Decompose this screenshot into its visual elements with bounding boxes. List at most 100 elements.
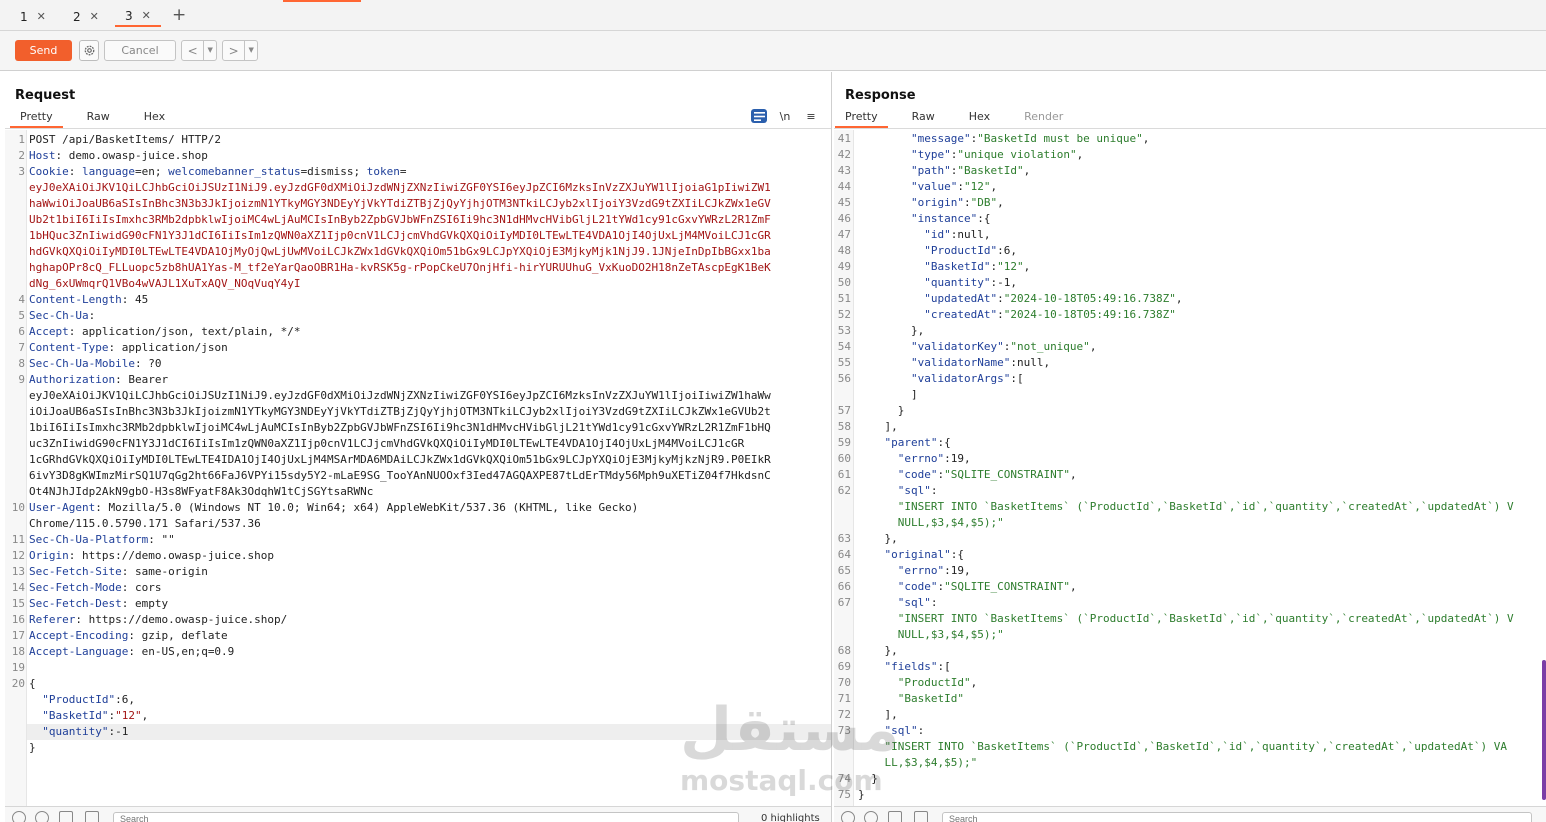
code-token: Cookie (29, 165, 69, 178)
close-icon[interactable]: ✕ (142, 9, 151, 22)
next-match-icon[interactable] (914, 811, 928, 822)
code-token: Chrome/115.0.5790.171 Safari/537.36 (29, 517, 261, 530)
response-editor[interactable]: 41 "message":"BasketId must be unique", 4… (834, 130, 1546, 806)
code-token: "createdAt" (924, 308, 998, 321)
line-number: 43 (837, 164, 851, 177)
code-token: Ot4NJhJIdp2AkN9gbO-H3s8WFyatF8Ak3OdqhW1t… (29, 485, 374, 498)
previous-match-icon[interactable] (59, 811, 73, 822)
gear-icon[interactable] (35, 811, 49, 822)
scroll-indicator[interactable] (1542, 660, 1546, 800)
code-token: :19, (944, 564, 971, 577)
line-number: 62 (837, 484, 851, 497)
code-token: "type" (910, 148, 951, 161)
code-text: "quantity":-1, (858, 275, 1017, 291)
tab-3[interactable]: 3 ✕ (115, 6, 161, 27)
tab-2[interactable]: 2 ✕ (73, 6, 99, 27)
request-search-input[interactable] (113, 812, 739, 822)
chevron-down-icon[interactable]: ▼ (244, 41, 257, 60)
code-token: iOiJoaUB6aSIsInBhc3N3b3JkIjoizmN1YTkyMGY… (29, 405, 771, 418)
response-search-input[interactable] (942, 812, 1532, 822)
settings-button[interactable] (79, 40, 99, 61)
code-token: uc3ZnIiwidG90cFN1Y3J1dCI6IiIsIm1zQWN0aXZ… (29, 437, 745, 450)
line-number: 57 (837, 404, 851, 417)
code-token: "SQLITE_CONSTRAINT" (944, 468, 1070, 481)
code-token: : 45 (121, 293, 149, 306)
line-number: 16 (11, 613, 25, 626)
tab-hex[interactable]: Hex (959, 110, 1000, 128)
code-text: Authorization: Bearer (29, 372, 168, 388)
code-token: ] (858, 388, 918, 401)
code-token: "code" (897, 580, 938, 593)
close-icon[interactable]: ✕ (37, 10, 46, 23)
code-text: "message":"BasketId must be unique", (858, 131, 1149, 147)
code-token: hghapOPr8cQ_FLLuopc5zb8hUA1Yas-M_tf2eYar… (29, 261, 771, 274)
tab-pretty[interactable]: Pretty (10, 110, 63, 128)
send-button[interactable]: Send (15, 40, 72, 61)
tab-hex[interactable]: Hex (134, 110, 175, 128)
code-text: "origin":"DB", (858, 195, 1004, 211)
code-token: :-1, (990, 276, 1017, 289)
help-icon[interactable] (841, 811, 855, 822)
code-token: haWwiOiJoaUB6aSIsInBhc3N3b3JkIjoizmN1YTk… (29, 197, 771, 210)
code-token: "id" (924, 228, 951, 241)
code-text: Sec-Ch-Ua-Platform: "" (29, 532, 175, 548)
code-text: "ProductId":6, (858, 243, 1017, 259)
code-token: Sec-Ch-Ua-Mobile (29, 357, 135, 370)
code-token: "instance" (910, 212, 978, 225)
close-icon[interactable]: ✕ (90, 10, 99, 23)
chevron-down-icon[interactable]: ▼ (203, 41, 216, 60)
code-token: "12" (997, 260, 1024, 273)
tab-render[interactable]: Render (1014, 110, 1073, 128)
back-button[interactable]: < ▼ (181, 40, 217, 61)
tab-raw[interactable]: Raw (902, 110, 945, 128)
code-token: Sec-Ch-Ua (29, 309, 89, 322)
code-text: "BasketId":"12", (29, 708, 148, 724)
code-token: : Bearer (115, 373, 169, 386)
tab-pretty[interactable]: Pretty (835, 110, 888, 128)
code-text: Accept-Language: en-US,en;q=0.9 (29, 644, 234, 660)
tab-1[interactable]: 1 ✕ (20, 6, 46, 27)
next-match-icon[interactable] (85, 811, 99, 822)
message-actions-button[interactable] (751, 109, 767, 123)
code-text: "INSERT INTO `BasketItems` (`ProductId`,… (858, 499, 1514, 515)
line-number: 64 (837, 548, 851, 561)
code-token: "value" (910, 180, 958, 193)
watermark-logo: مستقل mostaql.com (680, 700, 899, 797)
code-token: Host (29, 149, 56, 162)
code-token: NULL,$3,$4,$5);" (858, 516, 1004, 529)
previous-match-icon[interactable] (888, 811, 902, 822)
cancel-button[interactable]: Cancel (104, 40, 176, 61)
code-text: "validatorName":null, (858, 355, 1050, 371)
code-token: "quantity" (924, 276, 991, 289)
gear-icon[interactable] (864, 811, 878, 822)
code-text: eyJ0eXAiOiJKV1QiLCJhbGciOiJSUzI1NiJ9.eyJ… (29, 180, 771, 196)
tab-raw[interactable]: Raw (77, 110, 120, 128)
newline-toggle-icon[interactable]: \n (777, 109, 793, 123)
code-token: "DB" (970, 196, 998, 209)
code-token: 6ivY3D8gKWImzMirSQ1U7qGg2ht66FaJ6VPYi15s… (29, 469, 771, 482)
code-text: "errno":19, (858, 563, 971, 579)
line-number: 58 (837, 420, 851, 433)
code-token: Authorization (29, 373, 116, 386)
line-number: 51 (837, 292, 851, 305)
forward-button[interactable]: > ▼ (222, 40, 258, 61)
code-token: "original" (884, 548, 951, 561)
code-token: 1biI6IiIsImxhc3RMb2dpbklwIjoiMC4wLjAuMCI… (29, 421, 771, 434)
add-tab-icon[interactable]: + (172, 5, 186, 25)
code-token: "fields" (884, 660, 938, 673)
help-icon[interactable] (12, 811, 26, 822)
code-token: "2024-10-18T05:49:16.738Z" (1003, 292, 1176, 305)
menu-icon[interactable]: ≡ (803, 109, 819, 123)
